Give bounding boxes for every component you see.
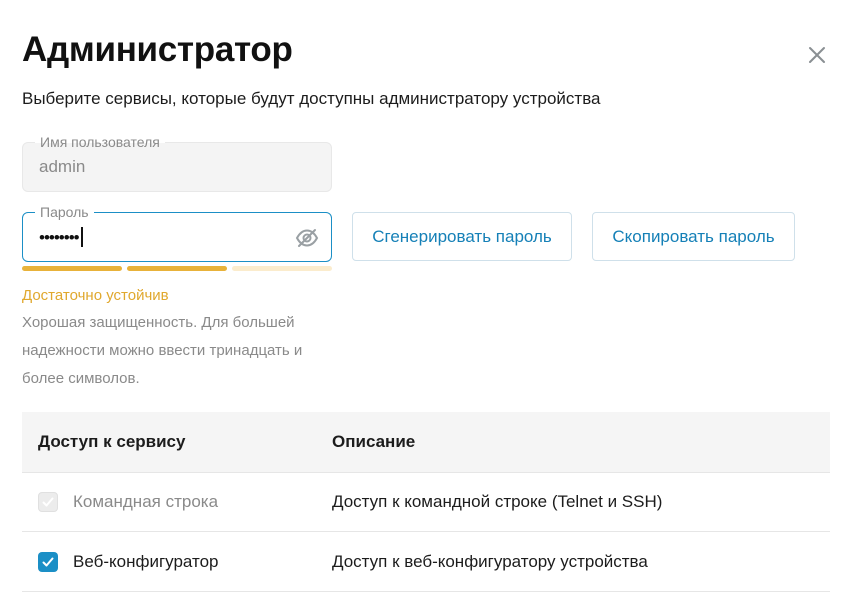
service-name: Командная строка xyxy=(73,492,219,511)
username-field: Имя пользователя admin xyxy=(22,133,332,192)
strength-segment xyxy=(232,266,332,271)
cli-checkbox xyxy=(38,492,58,512)
table-row-cli: Командная строка Доступ к командной стро… xyxy=(22,472,830,532)
username-label: Имя пользователя xyxy=(35,133,165,151)
text-caret xyxy=(80,227,83,247)
strength-segment xyxy=(22,266,122,271)
header-description: Описание xyxy=(332,432,416,451)
password-strength-label: Достаточно устойчив xyxy=(22,287,169,304)
service-name: Веб-конфигуратор xyxy=(73,551,219,571)
web-configurator-checkbox[interactable] xyxy=(38,551,58,572)
page-title: Администратор xyxy=(22,30,293,69)
generate-password-button[interactable]: Сгенерировать пароль xyxy=(352,212,572,261)
service-description: Доступ к командной строке (Telnet и SSH) xyxy=(332,492,663,511)
check-icon xyxy=(42,497,54,507)
password-strength-hint: Хорошая защищенность. Для большей надежн… xyxy=(22,314,303,387)
check-icon xyxy=(42,557,54,566)
strength-segment xyxy=(127,266,227,271)
copy-password-button[interactable]: Скопировать пароль xyxy=(592,212,795,261)
table-header: Доступ к сервису Описание xyxy=(22,412,830,472)
table-row-web: Веб-конфигуратор Доступ к веб-конфигурат… xyxy=(22,532,830,592)
header-service: Доступ к сервису xyxy=(38,432,186,451)
services-table: Доступ к сервису Описание Командная стро… xyxy=(22,412,830,592)
password-label: Пароль xyxy=(35,203,94,221)
dialog-subtitle: Выберите сервисы, которые будут доступны… xyxy=(22,89,601,108)
username-value: admin xyxy=(39,157,86,176)
password-field[interactable]: Пароль •••••••• xyxy=(22,203,332,262)
eye-off-icon[interactable] xyxy=(295,226,319,250)
service-description: Доступ к веб-конфигуратору устройства xyxy=(332,551,648,571)
close-icon[interactable] xyxy=(806,44,828,66)
password-input[interactable]: •••••••• xyxy=(39,227,83,248)
